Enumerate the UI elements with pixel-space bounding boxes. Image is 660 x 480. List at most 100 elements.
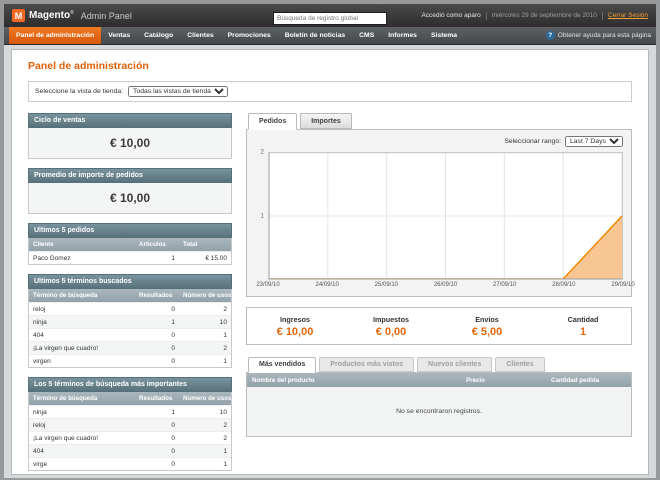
average-orders-value: € 10,00	[28, 183, 232, 214]
stat-quantity: Cantidad 1	[535, 315, 631, 338]
orders-chart-area: 12 23/09/1024/09/1025/09/1026/09/1027/09…	[255, 152, 623, 291]
range-select[interactable]: Last 7 Days	[565, 136, 623, 147]
lifetime-sales-title: Ciclo de ventas	[28, 113, 232, 128]
empty-row: No se encontraron registros.	[247, 387, 631, 436]
totals-bar: Ingresos € 10,00 Impuestos € 0,00 Envíos…	[246, 307, 632, 345]
header-date: miércoles 29 de septiembre de 2010	[492, 12, 597, 19]
last-orders-body: Paco Gomez1€ 15.00	[29, 252, 231, 265]
x-axis-label: 25/09/10	[375, 282, 398, 288]
tab-customers[interactable]: Clientes	[495, 357, 544, 373]
table-cell: 0	[135, 432, 179, 445]
global-search	[273, 7, 387, 25]
top-search-terms-box: Los 5 términos de búsqueda más important…	[28, 377, 232, 471]
help-icon: ?	[546, 31, 555, 40]
table-row: reloj02	[29, 303, 231, 316]
table-row: virge01	[29, 458, 231, 471]
main-nav: Panel de administración Ventas Catálogo …	[4, 27, 656, 45]
nav-item-newsletter[interactable]: Boletín de noticias	[278, 27, 352, 44]
global-search-input[interactable]	[273, 12, 387, 25]
stat-value: € 10,00	[247, 326, 343, 338]
tab-amounts[interactable]: Importes	[300, 113, 352, 129]
table-cell: 0	[135, 355, 179, 368]
stat-label: Impuestos	[343, 315, 439, 324]
last-search-terms-box: Ultimos 5 términos buscados Término de b…	[28, 274, 232, 368]
store-view-select[interactable]: Todas las vistas de tienda	[128, 86, 228, 97]
nav-item-catalog[interactable]: Catálogo	[137, 27, 180, 44]
top-search-terms-title: Los 5 términos de búsqueda más important…	[28, 377, 232, 392]
header-divider	[486, 12, 487, 20]
stat-value: 1	[535, 326, 631, 338]
table-row: reloj02	[29, 419, 231, 432]
table-cell: Paco Gomez	[29, 252, 135, 265]
registered-mark: ®	[70, 10, 74, 16]
x-axis-label: 28/09/10	[552, 282, 575, 288]
column-header: Nombre del producto	[247, 373, 461, 387]
content-wrapper: Panel de administración Seleccione la vi…	[11, 49, 649, 475]
table-row: ¡La virgen que cuadro!02	[29, 432, 231, 445]
table-cell: 1	[179, 445, 231, 458]
dashboard-left-column: Ciclo de ventas € 10,00 Promedio de impo…	[28, 113, 232, 475]
stat-revenue: Ingresos € 10,00	[247, 315, 343, 338]
column-header: Artículos	[135, 238, 179, 252]
stat-value: € 5,00	[439, 326, 535, 338]
nav-item-dashboard[interactable]: Panel de administración	[9, 27, 101, 44]
lifetime-sales-value: € 10,00	[28, 128, 232, 159]
table-cell: 2	[179, 419, 231, 432]
store-view-switcher: Seleccione la vista de tienda: Todas las…	[28, 81, 632, 102]
last-orders-title: Ultimos 5 pedidos	[28, 223, 232, 238]
table-cell: 1	[135, 406, 179, 419]
table-cell: reloj	[29, 303, 135, 316]
x-axis-label: 24/09/10	[315, 282, 338, 288]
table-cell: ninja	[29, 406, 135, 419]
table-cell: 0	[135, 329, 179, 342]
grid-tabs: Más vendidos Productos más vistos Nuevos…	[246, 357, 632, 373]
table-row: ninja110	[29, 316, 231, 329]
dashboard-columns: Ciclo de ventas € 10,00 Promedio de impo…	[28, 113, 632, 475]
table-cell: ninja	[29, 316, 135, 329]
store-view-label: Seleccione la vista de tienda:	[35, 88, 123, 95]
stat-shipping: Envíos € 5,00	[439, 315, 535, 338]
admin-header: M Magento® Admin Panel Accedió como apar…	[4, 4, 656, 27]
table-cell: 0	[135, 445, 179, 458]
x-axis-label: 23/09/10	[256, 282, 279, 288]
table-row: ninja110	[29, 406, 231, 419]
empty-message: No se encontraron registros.	[247, 387, 631, 436]
content-background: Panel de administración Seleccione la vi…	[4, 45, 656, 478]
tab-most-viewed[interactable]: Productos más vistos	[319, 357, 414, 373]
table-cell: reloj	[29, 419, 135, 432]
nav-item-promotions[interactable]: Promociones	[221, 27, 278, 44]
last-search-terms-title: Ultimos 5 términos buscados	[28, 274, 232, 289]
nav-item-reports[interactable]: Informes	[381, 27, 424, 44]
chart-panel: Seleccionar rango: Last 7 Days 12 23/09/…	[246, 129, 632, 297]
table-cell: 0	[135, 419, 179, 432]
help-link[interactable]: ? Obtener ayuda para esta página	[546, 27, 651, 44]
header-divider	[602, 12, 603, 20]
table-cell: 1	[179, 458, 231, 471]
table-cell: ¡La virgen que cuadro!	[29, 342, 135, 355]
table-cell: 0	[135, 458, 179, 471]
average-orders-title: Promedio de importe de pedidos	[28, 168, 232, 183]
nav-item-system[interactable]: Sistema	[424, 27, 464, 44]
column-header: Número de usos	[179, 289, 231, 303]
top-search-terms-table: Término de búsqueda Resultados Número de…	[28, 392, 232, 471]
tab-bestsellers[interactable]: Más vendidos	[248, 357, 316, 374]
table-row: ¡La virgen que cuadro!02	[29, 342, 231, 355]
last-search-terms-table: Término de búsqueda Resultados Número de…	[28, 289, 232, 368]
table-cell: 0	[135, 303, 179, 316]
column-header: Total	[179, 238, 231, 252]
column-header: Precio	[461, 373, 546, 387]
nav-item-sales[interactable]: Ventas	[101, 27, 137, 44]
table-cell: 10	[179, 316, 231, 329]
tab-orders[interactable]: Pedidos	[248, 113, 297, 130]
x-axis-label: 29/09/10	[611, 282, 634, 288]
table-cell: 1	[179, 355, 231, 368]
nav-item-customers[interactable]: Clientes	[180, 27, 220, 44]
table-row: 40401	[29, 329, 231, 342]
logout-link[interactable]: Cerrar Sesión	[608, 12, 648, 19]
last-search-terms-body: reloj02ninja11040401¡La virgen que cuadr…	[29, 303, 231, 368]
tab-new-customers[interactable]: Nuevos clientes	[417, 357, 492, 373]
average-orders-box: Promedio de importe de pedidos € 10,00	[28, 168, 232, 214]
y-axis-label: 2	[260, 148, 264, 155]
lifetime-sales-box: Ciclo de ventas € 10,00	[28, 113, 232, 159]
nav-item-cms[interactable]: CMS	[352, 27, 381, 44]
